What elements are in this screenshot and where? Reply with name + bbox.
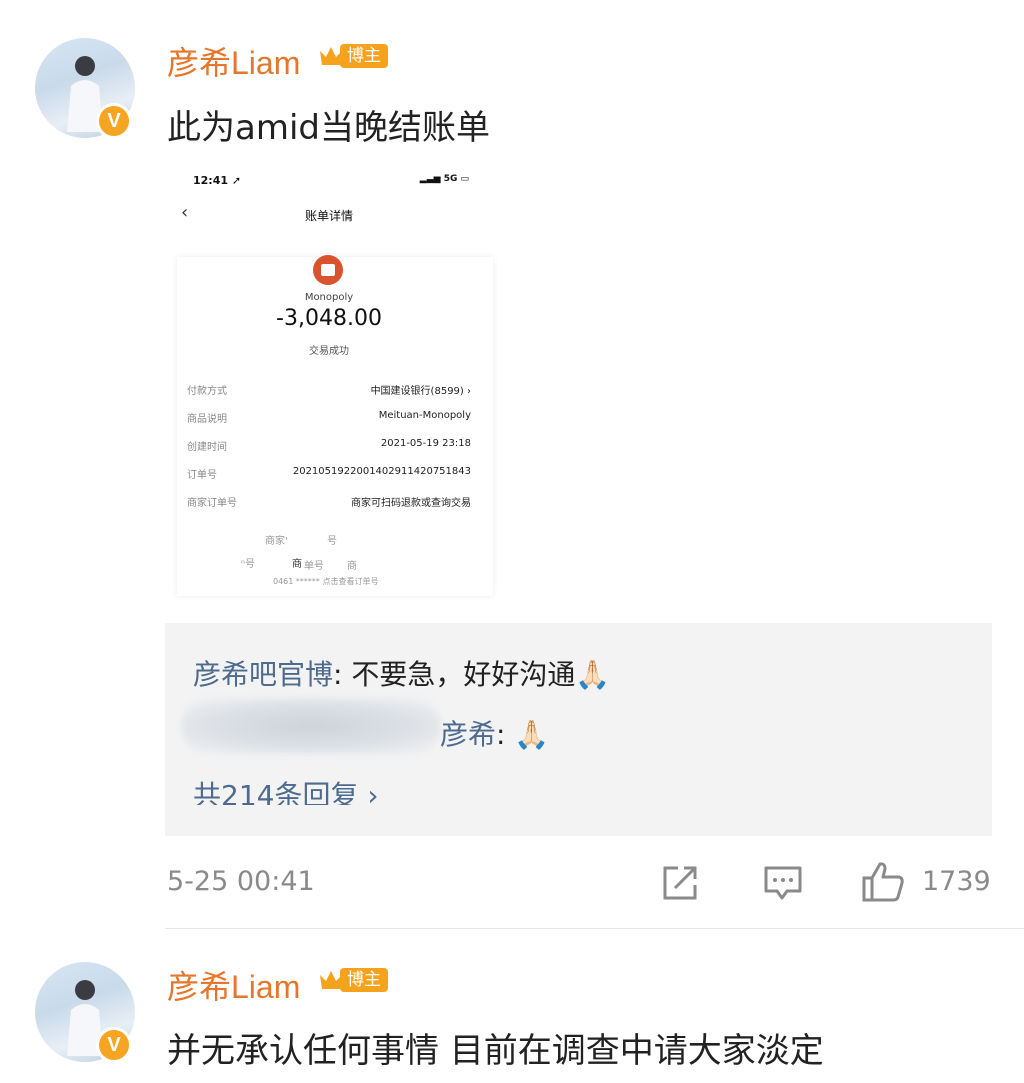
merchant-logo-icon: [313, 255, 343, 285]
comment-separator: :: [333, 658, 352, 691]
faded-text: 商: [347, 561, 357, 572]
blogger-badge-label: 博主: [340, 968, 388, 992]
bill-screenshot-image[interactable]: 12:41 ➚ ▂▃▅ 5G ▭ ‹ 账单详情 Monopoly -3,048.…: [165, 162, 493, 596]
faded-text: 单号: [304, 561, 324, 572]
bill-row-value: 2021051922001402911420751843: [292, 466, 471, 477]
comment-icon[interactable]: [762, 863, 804, 903]
post-divider: [165, 928, 1024, 929]
comment-author[interactable]: 彦希: [440, 718, 496, 751]
post-timestamp: 5-25 00:41: [167, 866, 315, 897]
blogger-badge: 博主: [318, 42, 388, 70]
merchant-name: Monopoly: [304, 292, 354, 303]
comment-text: 🙏🏻: [514, 718, 550, 751]
comment-author[interactable]: 彦希吧官博: [193, 658, 333, 691]
username[interactable]: 彦希Liam: [167, 962, 300, 1008]
faded-text: ⁿ号: [241, 559, 255, 570]
like-count: 1739: [922, 866, 991, 897]
bill-row-value: 中国建设银行(8599) ›: [370, 386, 471, 397]
bill-row-value: 2021-05-19 23:18: [380, 438, 471, 449]
bill-row-label: 商品说明: [187, 414, 227, 425]
transaction-status: 交易成功: [309, 346, 349, 357]
blogger-badge-label: 博主: [340, 44, 388, 68]
comment-separator: :: [496, 718, 515, 751]
bill-row-label: 付款方式: [187, 386, 227, 397]
bill-amount: -3,048.00: [276, 306, 382, 331]
post-text: 此为amid当晚结账单: [167, 108, 490, 148]
comment-preview-box[interactable]: 彦希吧官博: 不要急，好好沟通🙏🏻 彦希: 🙏🏻 共214条回复 ›: [165, 623, 992, 836]
bill-row-label: 订单号: [187, 470, 217, 481]
view-all-replies-label: 共214条回复 ›: [193, 779, 379, 805]
blogger-badge: 博主: [318, 966, 388, 994]
username[interactable]: 彦希Liam: [167, 38, 300, 84]
bill-row-value: 商家可扫码退款或查询交易: [351, 498, 471, 509]
blurred-username: [181, 698, 441, 754]
like-icon[interactable]: [860, 860, 906, 904]
view-all-replies-link[interactable]: 共214条回复 ›: [193, 771, 379, 805]
comment-item[interactable]: 彦希吧官博: 不要急，好好沟通🙏🏻: [193, 653, 610, 693]
faded-text: 商: [292, 559, 302, 570]
post-1: V 彦希Liam 博主 此为amid当晚结账单 12:41 ➚ ▂▃▅ 5G ▭…: [0, 0, 1024, 930]
network-label: 5G: [443, 174, 458, 184]
share-icon[interactable]: [660, 863, 700, 903]
verified-badge-icon: V: [96, 103, 132, 139]
bill-row-label: 商家订单号: [187, 498, 237, 509]
faded-text: 0461 ****** 点击查看订单号: [273, 577, 379, 586]
faded-text: 商家': [265, 536, 288, 547]
bill-row-value: Meituan-Monopoly: [378, 410, 471, 421]
comment-item[interactable]: 彦希: 🙏🏻: [440, 713, 549, 753]
bill-row-label: 创建时间: [187, 442, 227, 453]
status-signal: ▂▃▅ 5G ▭: [419, 174, 469, 184]
comment-text: 不要急，好好沟通🙏🏻: [351, 658, 611, 691]
verified-badge-icon: V: [96, 1027, 132, 1063]
post-text: 并无承认任何事情 目前在调查中请大家淡定: [167, 1031, 824, 1071]
bill-title: 账单详情: [304, 209, 353, 223]
faded-text: 号: [327, 536, 337, 547]
status-time: 12:41 ➚: [193, 174, 242, 187]
